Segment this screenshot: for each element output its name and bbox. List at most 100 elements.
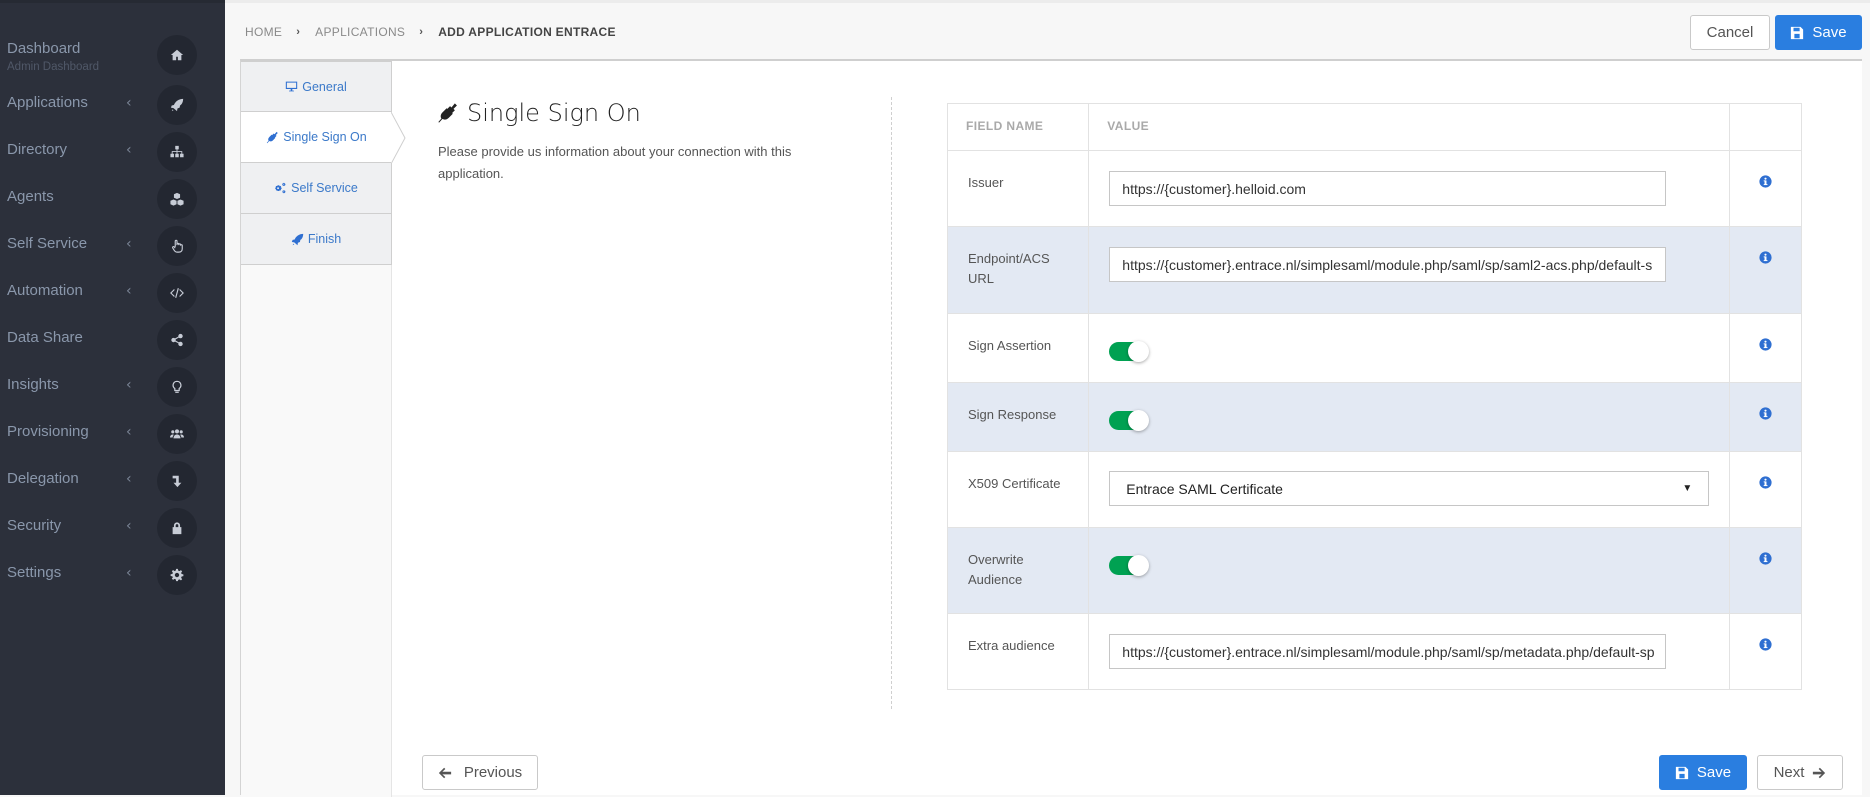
toggle-knob [1128,410,1150,431]
breadcrumb-applications[interactable]: APPLICATIONS [315,25,405,39]
info-icon[interactable] [1759,338,1772,354]
section-title: Single Sign On [437,99,641,127]
select-value: Entrace SAML Certificate [1126,480,1283,497]
field-name: Issuer [946,150,1090,227]
caret-down-icon: ▼ [1682,483,1693,494]
info-icon[interactable] [1759,476,1772,492]
previous-button-label: Previous [463,764,523,781]
endpoint-acs-url-input[interactable]: https://{customer}.entrace.nl/simplesaml… [1109,247,1667,282]
sidebar-item-security[interactable]: Security ‹ [0,505,225,552]
footer-save-button-label: Save [1696,764,1732,781]
hand-pointer-icon [157,226,197,266]
field-name: Sign Assertion [946,313,1090,383]
cancel-button[interactable]: Cancel [1690,15,1770,50]
table-row-issuer: Issuer https://{customer}.helloid.com [946,150,1802,227]
breadcrumb-separator-icon: › [296,26,301,38]
code-icon [157,273,197,313]
info-icon[interactable] [1759,552,1772,568]
users-icon [157,414,197,454]
sidebar-item-label: Dashboard [7,40,81,57]
extra-audience-input[interactable]: https://{customer}.entrace.nl/simplesaml… [1109,634,1667,669]
share-icon [157,320,197,360]
footer-save-button[interactable]: Save [1659,755,1747,790]
sidebar-item-label: Delegation [7,470,79,487]
table-row-sign-assertion: Sign Assertion [946,313,1802,383]
save-icon [1675,766,1689,779]
info-icon[interactable] [1759,638,1772,654]
table-row-overwrite-audience: Overwrite Audience [946,527,1802,614]
field-name: X509 Certificate [946,451,1090,528]
sidebar-item-label: Security [7,517,62,534]
table-row-extra-audience: Extra audience https://{customer}.entrac… [946,613,1802,690]
plug-icon [438,103,457,123]
plug-icon [267,131,279,143]
sidebar: Dashboard Admin Dashboard Applications ‹… [0,0,225,795]
next-button-label: Next [1773,764,1805,781]
home-icon [157,35,197,75]
active-step-pointer [391,112,406,164]
sidebar-item-provisioning[interactable]: Provisioning ‹ [0,411,225,458]
table-row-sign-response: Sign Response [946,382,1802,452]
chevron-left-icon: ‹ [126,377,132,393]
chevron-left-icon: ‹ [126,424,132,440]
sign-response-toggle[interactable] [1109,410,1150,431]
step-general[interactable]: General [241,61,392,112]
toggle-knob [1128,555,1150,576]
sidebar-item-self-service[interactable]: Self Service ‹ [0,223,225,270]
save-button[interactable]: Save [1775,15,1862,50]
step-finish[interactable]: Finish [241,214,392,265]
step-single-sign-on[interactable]: Single Sign On [241,112,392,163]
section-description: Please provide us information about your… [438,144,792,181]
chevron-left-icon: ‹ [126,471,132,487]
rocket-icon [157,85,197,125]
sidebar-item-delegation[interactable]: Delegation ‹ [0,458,225,505]
sidebar-item-settings[interactable]: Settings ‹ [0,552,225,599]
info-icon[interactable] [1759,175,1772,191]
sidebar-item-directory[interactable]: Directory ‹ [0,129,225,176]
breadcrumb-home[interactable]: HOME [245,25,282,39]
breadcrumb-current: ADD APPLICATION ENTRACE [438,25,616,39]
field-name: Overwrite Audience [946,527,1090,614]
previous-button[interactable]: Previous [422,755,538,790]
sidebar-item-label: Agents [7,188,54,205]
next-button[interactable]: Next [1757,755,1843,790]
sidebar-top-border [0,0,225,3]
sidebar-item-label: Self Service [7,235,88,252]
step-label: Single Sign On [283,130,367,144]
sidebar-item-automation[interactable]: Automation ‹ [0,270,225,317]
column-header-value: VALUE [1088,103,1731,151]
info-icon[interactable] [1759,407,1772,423]
chevron-left-icon: ‹ [126,142,132,158]
desktop-icon [286,81,298,92]
cubes-icon [157,179,197,219]
top-bar: HOME › APPLICATIONS › ADD APPLICATION EN… [225,0,1870,59]
sidebar-item-applications[interactable]: Applications ‹ [0,82,225,129]
overwrite-audience-toggle[interactable] [1109,555,1150,576]
x509-certificate-select[interactable]: Entrace SAML Certificate ▼ [1109,471,1710,506]
sidebar-item-label: Insights [7,376,59,393]
step-self-service[interactable]: Self Service [241,163,392,214]
main-panel: General Single Sign On Self Service Fini… [240,59,1862,797]
breadcrumb: HOME › APPLICATIONS › ADD APPLICATION EN… [245,25,616,39]
chevron-left-icon: ‹ [126,236,132,252]
step-label: General [302,79,347,94]
step-label: Finish [307,232,342,246]
sidebar-item-data-share[interactable]: Data Share [0,317,225,364]
sign-assertion-toggle[interactable] [1109,341,1150,362]
arrow-right-icon [1813,767,1826,778]
sidebar-item-agents[interactable]: Agents [0,176,225,223]
cogs-icon [275,182,286,193]
rocket-icon [291,233,304,245]
sidebar-item-label: Provisioning [7,423,89,440]
issuer-input[interactable]: https://{customer}.helloid.com [1109,171,1667,206]
sidebar-item-dashboard[interactable]: Dashboard Admin Dashboard [0,31,225,78]
sidebar-item-insights[interactable]: Insights ‹ [0,364,225,411]
chevron-left-icon: ‹ [126,283,132,299]
info-icon[interactable] [1759,251,1772,267]
cancel-button-label: Cancel [1706,24,1754,41]
chevron-left-icon: ‹ [126,565,132,581]
section-title-text: Single Sign On [467,99,641,127]
wizard-steps: General Single Sign On Self Service Fini… [241,61,406,797]
column-header-field-name: FIELD NAME [946,103,1090,151]
column-header-info [1729,103,1802,151]
